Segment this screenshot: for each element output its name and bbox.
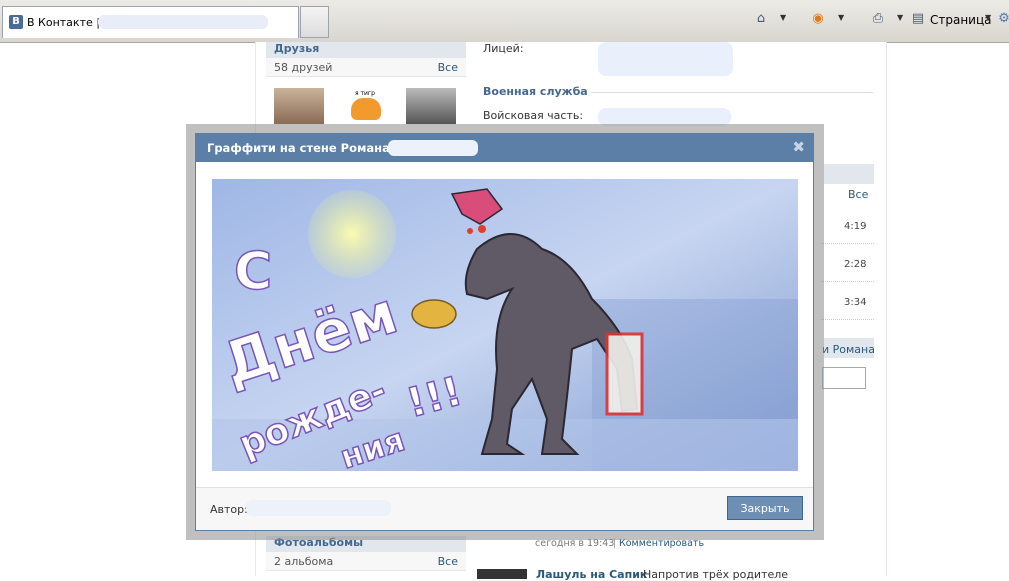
graffiti-word: С	[234, 242, 272, 302]
military-title: Военная служба	[483, 85, 588, 98]
sun-shape	[308, 190, 396, 278]
audio-duration: 4:19	[844, 221, 867, 232]
friends-subheader: 58 друзей Все	[266, 58, 466, 77]
next-post-author[interactable]: Лашуль на Сапик	[536, 568, 647, 581]
browser-toolbar: B В Контакте | ⌂ ▼ ◉ ▼ ⎙ ▼ ▤ Страница ▼ …	[0, 0, 1009, 43]
friend-avatar[interactable]	[406, 88, 456, 124]
dialog-footer: Автор: Закрыть	[196, 487, 813, 530]
albums-subheader: 2 альбома Все	[266, 552, 466, 571]
divider	[821, 243, 874, 244]
feed-dropdown-icon[interactable]: ▼	[838, 13, 844, 22]
audio-duration: 2:28	[844, 259, 867, 270]
tools-gear-icon[interactable]: ⚙	[996, 11, 1009, 27]
home-dropdown-icon[interactable]: ▼	[780, 13, 786, 22]
friend-avatar[interactable]	[274, 88, 324, 124]
graffiti-dialog: Граффити на стене Романа ✖ С Днём рожде-…	[195, 133, 814, 531]
audio-all-link[interactable]: Все	[848, 188, 868, 201]
print-dropdown-icon[interactable]: ▼	[897, 13, 903, 22]
wall-owner-link[interactable]: и Романа	[822, 343, 875, 356]
wall-input[interactable]	[822, 367, 866, 389]
divider	[821, 281, 874, 282]
rss-feed-icon[interactable]: ◉	[810, 11, 826, 27]
friends-count: 58 друзей	[274, 61, 333, 74]
close-icon[interactable]: ✖	[792, 139, 805, 155]
tab-title: В Контакте |	[27, 16, 100, 29]
next-post-text: Напротив трёх родителе	[643, 568, 789, 581]
title-redacted	[388, 140, 478, 156]
audio-duration: 3:34	[844, 297, 867, 308]
page-dropdown-icon[interactable]: ▼	[985, 13, 991, 22]
friend-avatar-tiger[interactable]: я тигр	[341, 88, 391, 124]
tiger-caption: я тигр	[355, 90, 375, 97]
tab-title-redacted	[98, 15, 268, 29]
friends-all-link[interactable]: Все	[438, 61, 458, 74]
lyceum-label: Лицей:	[483, 42, 524, 55]
redacted-field	[598, 42, 733, 76]
dialog-header: Граффити на стене Романа ✖	[196, 134, 813, 162]
albums-all-link[interactable]: Все	[438, 555, 458, 568]
author-redacted	[246, 500, 391, 516]
dialog-title: Граффити на стене Романа	[207, 141, 390, 155]
divider	[821, 319, 874, 320]
bag-shape	[605, 332, 644, 416]
print-icon[interactable]: ⎙	[870, 11, 886, 27]
friends-title-link[interactable]: Друзья	[274, 42, 319, 55]
author-label: Автор:	[210, 503, 248, 516]
graffiti-image: С Днём рожде- ния !!!	[212, 179, 798, 471]
albums-count: 2 альбома	[274, 555, 334, 568]
unit-label: Войсковая часть:	[483, 109, 584, 122]
close-button[interactable]: Закрыть	[727, 496, 803, 520]
audio-header	[824, 164, 874, 184]
friends-header: Друзья	[266, 42, 466, 58]
new-tab-button[interactable]	[300, 6, 329, 38]
cake-shape	[411, 299, 457, 329]
page-menu[interactable]: Страница	[930, 13, 992, 27]
tiger-icon	[351, 98, 381, 120]
vk-favicon-icon: B	[9, 15, 23, 29]
home-icon[interactable]: ⌂	[753, 11, 769, 27]
browser-tab[interactable]: B В Контакте |	[2, 6, 299, 38]
page-icon[interactable]: ▤	[910, 11, 926, 27]
divider	[591, 92, 873, 93]
post-avatar[interactable]	[477, 569, 527, 579]
